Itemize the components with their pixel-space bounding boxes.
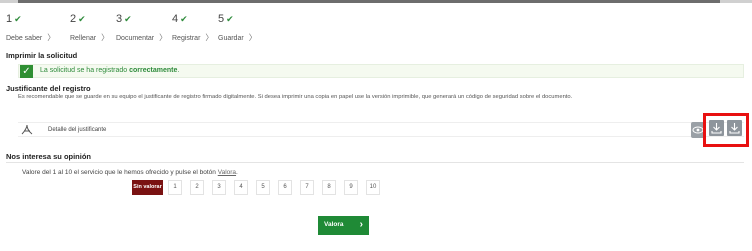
chevron-right-icon: 〉 — [47, 33, 56, 42]
success-strong: correctamente — [129, 67, 178, 74]
rating-option-6[interactable]: 6 — [278, 180, 292, 195]
pdf-icon — [21, 124, 33, 135]
rating-option-8[interactable]: 8 — [322, 180, 336, 195]
rating-option-7[interactable]: 7 — [300, 180, 314, 195]
check-icon: ✔ — [226, 14, 234, 24]
rating-option-9[interactable]: 9 — [344, 180, 358, 195]
opinion-prompt-text: Valore del 1 al 10 el servicio que le he… — [22, 169, 216, 176]
step-number: 5 — [218, 13, 225, 25]
top-progress-line — [0, 0, 752, 3]
success-message: La solicitud se ha registrado correctame… — [40, 67, 179, 74]
check-icon: ✔ — [180, 14, 188, 24]
opinion-prompt-suffix: . — [236, 169, 238, 176]
check-icon: ✔ — [124, 14, 132, 24]
chevron-right-icon: 〉 — [205, 33, 214, 42]
chevron-right-icon: 〉 — [159, 33, 168, 42]
success-suffix: . — [177, 67, 180, 74]
check-icon: ✔ — [78, 14, 86, 24]
chevron-right-icon: 〉 — [101, 33, 110, 42]
step-label: Registrar — [172, 35, 201, 42]
justificante-description: Es recomendable que se guarde en su equi… — [18, 94, 573, 100]
rating-option-10[interactable]: 10 — [366, 180, 380, 195]
rating-option-3[interactable]: 3 — [212, 180, 226, 195]
justificante-file-row: Detalle del justificante — [18, 122, 744, 138]
print-section-title: Imprimir la solicitud — [6, 51, 78, 60]
check-icon: ✓ — [20, 65, 33, 78]
file-name: Detalle del justificante — [48, 127, 107, 133]
download-highlight-box — [703, 113, 749, 147]
step-number: 4 — [172, 13, 179, 25]
step-label: Guardar — [218, 35, 244, 42]
step-label: Rellenar — [70, 35, 97, 42]
valora-button-label: Valora — [324, 221, 344, 228]
top-progress-fill — [18, 0, 720, 3]
step-label: Debe saber — [6, 35, 43, 42]
step-number: 3 — [116, 13, 123, 25]
opinion-title: Nos interesa su opinión — [6, 152, 92, 161]
step-number: 1 — [6, 13, 13, 25]
success-message-box: ✓ La solicitud se ha registrado correcta… — [18, 64, 744, 78]
rating-option-4[interactable]: 4 — [234, 180, 248, 195]
rating-option-2[interactable]: 2 — [190, 180, 204, 195]
step-label: Documentar — [116, 35, 155, 42]
rating-option-5[interactable]: 5 — [256, 180, 270, 195]
chevron-right-icon: 〉 — [248, 33, 257, 42]
chevron-right-icon: › — [359, 219, 363, 230]
step-number: 2 — [70, 13, 77, 25]
rating-none-button[interactable]: Sin valorar — [132, 180, 163, 195]
rating-option-1[interactable]: 1 — [168, 180, 182, 195]
check-icon: ✔ — [14, 14, 22, 24]
justificante-title: Justificante del registro — [6, 84, 91, 93]
opinion-prompt: Valore del 1 al 10 el servicio que le he… — [22, 169, 238, 176]
valora-button[interactable]: Valora › — [318, 216, 369, 235]
valora-link[interactable]: Valora — [218, 169, 236, 176]
success-text: La solicitud se ha registrado — [40, 67, 128, 74]
